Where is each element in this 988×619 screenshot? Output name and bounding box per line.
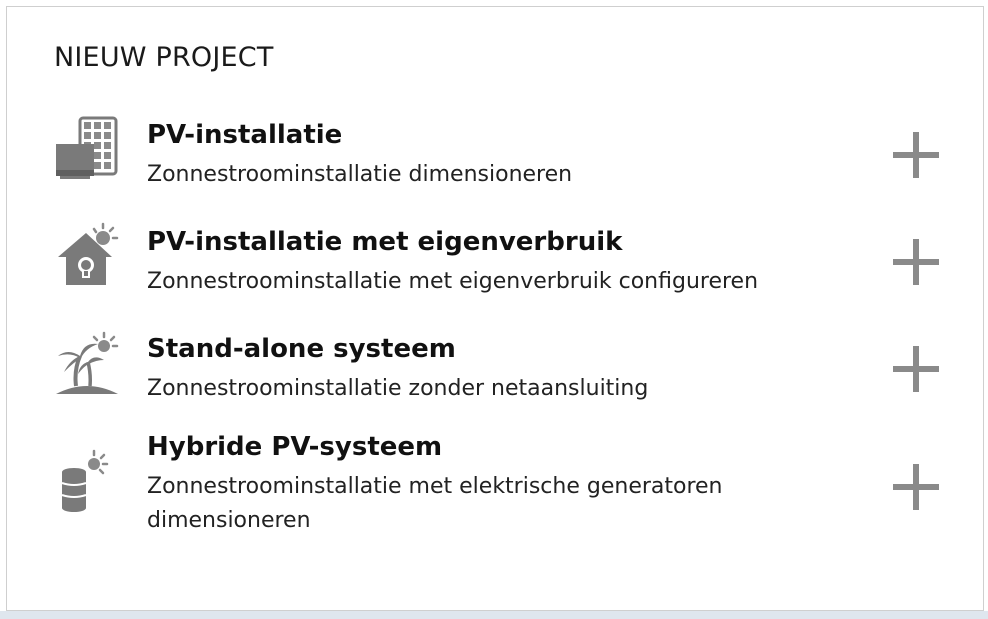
section-title: NIEUW PROJECT bbox=[54, 42, 274, 73]
island-palm-sun-icon bbox=[56, 331, 119, 394]
solar-panel-icon bbox=[56, 116, 118, 179]
item-title: Stand-alone systeem bbox=[147, 334, 456, 364]
item-title: PV-installatie bbox=[147, 120, 343, 150]
item-description: Zonnestroominstallatie met elektrische g… bbox=[147, 474, 723, 533]
item-title: Hybride PV-systeem bbox=[147, 432, 443, 462]
item-description: Zonnestroominstallatie zonder netaanslui… bbox=[147, 376, 649, 401]
house-sun-icon bbox=[58, 222, 119, 285]
add-plus-icon[interactable] bbox=[891, 130, 941, 180]
add-plus-icon[interactable] bbox=[891, 462, 941, 512]
add-plus-icon[interactable] bbox=[891, 344, 941, 394]
item-description: Zonnestroominstallatie dimensioneren bbox=[147, 162, 573, 187]
item-title: PV-installatie met eigenverbruik bbox=[147, 227, 623, 257]
add-plus-icon[interactable] bbox=[891, 237, 941, 287]
item-description: Zonnestroominstallatie met eigenverbruik… bbox=[147, 269, 759, 294]
new-project-panel: NIEUW PROJECT PV-installatie Zonnestroom… bbox=[6, 6, 984, 611]
generator-sun-icon bbox=[61, 449, 109, 512]
bottom-strip bbox=[0, 611, 988, 619]
